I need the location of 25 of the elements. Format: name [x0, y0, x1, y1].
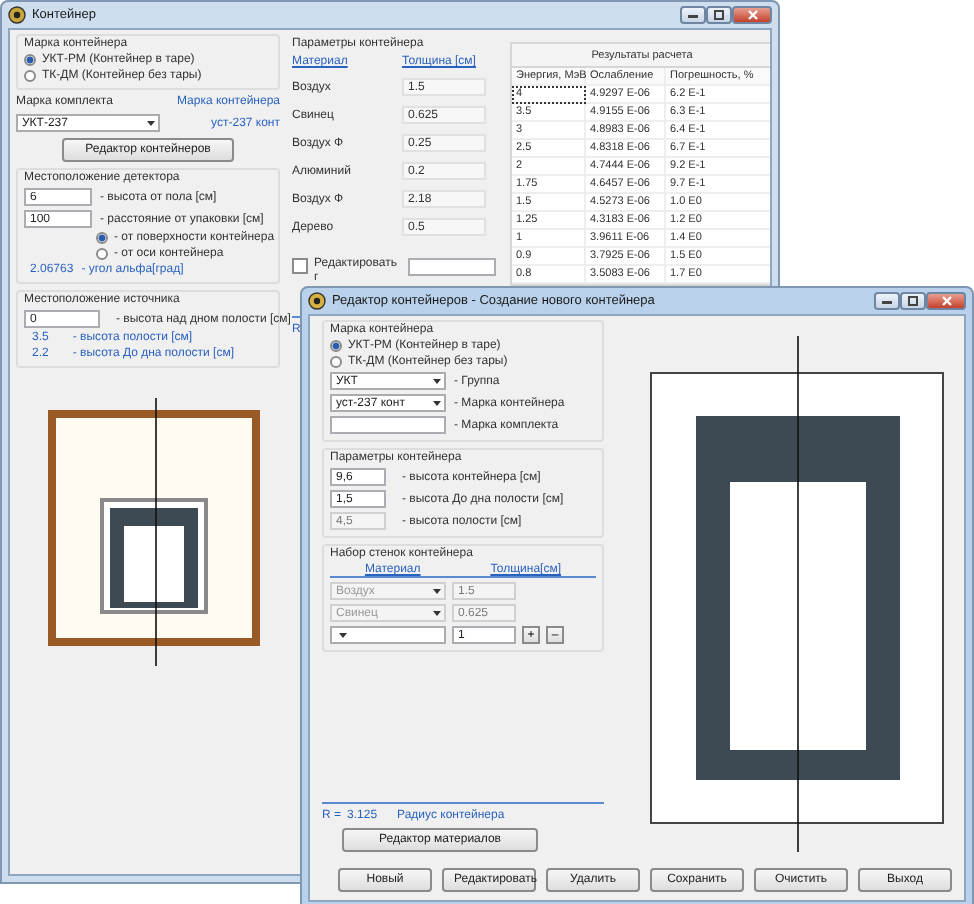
text-input[interactable] — [330, 416, 446, 434]
checkbox[interactable] — [292, 258, 308, 274]
app-icon — [8, 6, 26, 24]
minimize-button[interactable] — [874, 292, 900, 310]
text-input[interactable] — [408, 258, 496, 276]
radio-button[interactable] — [330, 340, 342, 352]
minimize-icon — [882, 298, 892, 304]
radio-button[interactable] — [24, 70, 36, 82]
app-icon — [308, 292, 326, 310]
close-icon — [941, 296, 951, 306]
radio-button[interactable] — [96, 248, 108, 260]
close-icon — [747, 10, 757, 20]
maximize-icon — [908, 296, 918, 306]
minimize-button[interactable] — [680, 6, 706, 24]
radio-button[interactable] — [330, 356, 342, 368]
maximize-button[interactable] — [706, 6, 732, 24]
radio-button[interactable] — [24, 54, 36, 66]
radio-button[interactable] — [96, 232, 108, 244]
caret-icon — [144, 116, 158, 130]
minimize-icon — [688, 12, 698, 18]
close-button[interactable] — [732, 6, 772, 24]
maximize-button[interactable] — [900, 292, 926, 310]
close-button[interactable] — [926, 292, 966, 310]
caret-icon — [336, 628, 350, 642]
maximize-icon — [714, 10, 724, 20]
